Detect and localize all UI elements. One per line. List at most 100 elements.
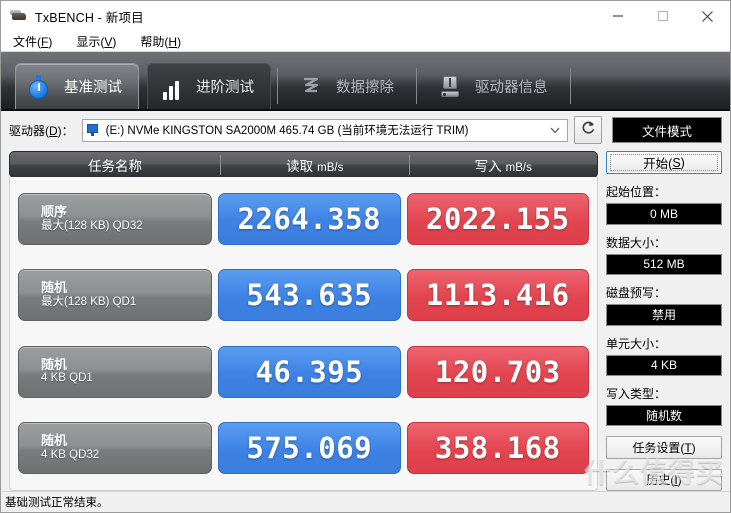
maximize-icon[interactable]	[640, 1, 685, 31]
refresh-button[interactable]	[574, 116, 602, 144]
task-name-chip[interactable]: 随机 4 KB QD32	[18, 421, 212, 474]
bar-chart-icon	[158, 74, 184, 100]
menu-view-label: 显示	[76, 34, 101, 49]
status-bar: 基础测试正常结束。	[1, 491, 730, 512]
start-position-value[interactable]: 0 MB	[606, 203, 722, 225]
start-position-label: 起始位置：	[606, 185, 667, 200]
drive-label-tail: )：	[57, 123, 74, 138]
tab-strip: 基准测试 进阶测试 数据擦除 驱动器信息	[1, 52, 730, 111]
prewrite-label: 磁盘预写：	[606, 286, 667, 301]
monitor-icon	[86, 124, 101, 136]
task-name-line1: 随机	[41, 432, 68, 448]
task-name-line2: 最大(128 KB) QD32	[41, 219, 143, 232]
write-value: 120.703	[406, 345, 589, 398]
results-panel: 任务名称 读取 mB/s 写入 mB/s 顺序 最大(128 KB) QD32 22…	[9, 149, 606, 491]
header-read-label: 读取	[286, 158, 314, 174]
task-settings-text: 任务设置(	[632, 441, 685, 456]
txbench-window: TxBENCH - 新项目 文件(F) 显示(V) 帮助(H) 基准测试 进阶测…	[0, 0, 731, 513]
task-name-chip[interactable]: 随机 最大(128 KB) QD1	[18, 269, 212, 322]
close-icon[interactable]	[685, 1, 730, 31]
file-mode-button[interactable]: 文件模式	[612, 117, 722, 143]
task-name-chip[interactable]: 顺序 最大(128 KB) QD32	[18, 193, 212, 246]
menu-item-file[interactable]: 文件(F)	[11, 32, 54, 51]
task-name-line2: 4 KB QD32	[41, 448, 100, 461]
drive-select-value: (E:) NVMe KINGSTON SA2000M 465.74 GB (当前…	[105, 125, 469, 137]
history-tail: )	[677, 472, 682, 487]
start-button-accel: S	[672, 155, 681, 170]
table-row: 随机 最大(128 KB) QD1 543.635 1113.416	[10, 265, 597, 325]
menu-file-label: 文件	[13, 34, 38, 49]
minimize-icon[interactable]	[595, 1, 640, 31]
task-name-line2: 最大(128 KB) QD1	[41, 296, 137, 309]
header-task-name: 任务名称	[88, 158, 142, 174]
prewrite-value[interactable]: 禁用	[606, 304, 722, 326]
table-row: 随机 4 KB QD32 575.069 358.168	[10, 418, 597, 478]
write-type-label: 写入类型：	[606, 386, 667, 401]
menu-item-help[interactable]: 帮助(H)	[138, 32, 183, 51]
results-table-header: 任务名称 读取 mB/s 写入 mB/s	[9, 151, 598, 178]
start-button[interactable]: 开始(S)	[606, 151, 722, 175]
tab-benchmark[interactable]: 基准测试	[15, 63, 139, 109]
read-value: 543.635	[218, 269, 401, 322]
task-settings-accel: T	[684, 440, 692, 455]
header-write: 写入 mB/s	[408, 154, 598, 175]
tab-advanced[interactable]: 进阶测试	[147, 63, 271, 109]
tab-drive-info[interactable]: 驱动器信息	[427, 63, 564, 109]
tab-drive-info-label: 驱动器信息	[475, 79, 548, 96]
main-content: 任务名称 读取 mB/s 写入 mB/s 顺序 最大(128 KB) QD32 22…	[1, 149, 730, 492]
menu-view-accel: V	[104, 34, 113, 49]
drive-select[interactable]: (E:) NVMe KINGSTON SA2000M 465.74 GB (当前…	[81, 118, 568, 142]
tab-erase-label: 数据擦除	[336, 79, 394, 96]
block-size-value[interactable]: 4 KB	[606, 354, 722, 376]
table-row: 顺序 最大(128 KB) QD32 2264.358 2022.155	[10, 189, 597, 249]
drive-label: 驱动器(D)：	[9, 122, 74, 139]
stopwatch-icon	[26, 74, 52, 100]
start-button-tail: )	[680, 155, 685, 170]
chevron-down-icon[interactable]	[547, 127, 563, 134]
task-name-line1: 随机	[41, 280, 68, 296]
drive-label-accel: D	[49, 123, 58, 138]
history-button[interactable]: 历史(I)	[606, 468, 722, 492]
task-settings-tail: )	[691, 440, 696, 455]
read-value: 2264.358	[218, 193, 401, 246]
read-value: 46.395	[218, 345, 401, 398]
tab-erase[interactable]: 数据擦除	[288, 63, 410, 109]
data-size-label: 数据大小：	[606, 235, 667, 250]
table-row: 随机 4 KB QD1 46.395 120.703	[10, 342, 597, 402]
header-read: 读取 mB/s	[220, 154, 409, 175]
start-button-text: 开始(	[643, 157, 673, 172]
task-name-line1: 随机	[41, 356, 68, 372]
drive-label-text: 驱动器(	[9, 123, 49, 138]
window-title: TxBENCH - 新项目	[35, 10, 144, 25]
title-bar: TxBENCH - 新项目	[1, 1, 730, 31]
settings-sidebar: 开始(S) 起始位置： 0 MB 数据大小： 512 MB 磁盘预写： 禁用 单…	[606, 149, 722, 492]
write-value: 2022.155	[406, 193, 589, 246]
tab-separator-1	[277, 68, 278, 104]
write-value: 358.168	[406, 421, 589, 474]
block-size-label: 单元大小：	[606, 336, 667, 351]
read-value: 575.069	[218, 421, 401, 474]
tab-separator-3	[569, 68, 571, 104]
write-type-value[interactable]: 随机数	[606, 404, 722, 427]
history-text: 历史(	[646, 473, 675, 488]
drive-info-icon	[437, 73, 463, 99]
write-value: 1113.416	[406, 269, 589, 322]
results-rows: 顺序 最大(128 KB) QD32 2264.358 2022.155 随机 …	[9, 177, 598, 491]
refresh-icon	[580, 119, 597, 141]
task-name-line1: 顺序	[41, 204, 68, 220]
menu-help-accel: H	[168, 34, 178, 49]
app-icon	[10, 8, 28, 24]
task-name-chip[interactable]: 随机 4 KB QD1	[18, 345, 212, 398]
erase-icon	[298, 73, 324, 99]
menu-item-view[interactable]: 显示(V)	[74, 32, 118, 51]
task-settings-button[interactable]: 任务设置(T)	[606, 436, 722, 459]
tab-separator-2	[416, 68, 417, 104]
data-size-value[interactable]: 512 MB	[606, 253, 722, 276]
menu-file-accel: F	[41, 34, 49, 49]
task-name-line2: 4 KB QD1	[41, 372, 93, 385]
status-text: 基础测试正常结束。	[5, 497, 109, 509]
menu-bar: 文件(F) 显示(V) 帮助(H)	[1, 31, 730, 52]
menu-help-label: 帮助	[140, 34, 165, 49]
header-write-label: 写入	[474, 158, 502, 174]
header-write-unit: mB/s	[505, 161, 532, 174]
